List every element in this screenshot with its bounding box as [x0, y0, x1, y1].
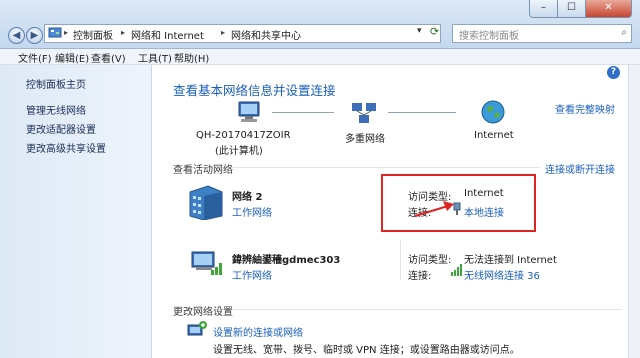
map-connector-line	[388, 112, 456, 113]
network-name: 网络 2	[232, 192, 263, 203]
network-building-icon	[186, 182, 226, 223]
network-type-link[interactable]: 工作网络	[232, 204, 272, 219]
network-name: 鍏辨紬鍙穡gdmec303	[232, 255, 341, 266]
signal-bars-icon	[450, 264, 462, 279]
page-title: 查看基本网络信息并设置连接	[173, 83, 336, 98]
multiple-networks-label: 多重网络	[345, 134, 385, 145]
address-dropdown-icon[interactable]: ▾	[417, 26, 422, 36]
search-input[interactable]: 搜索控制面板 ⌕	[452, 24, 632, 43]
new-connection-link[interactable]: 设置新的连接或网络	[213, 324, 303, 339]
connect-disconnect-link[interactable]: 连接或断开连接	[545, 161, 615, 176]
sidebar-item-adapter[interactable]: 更改适配器设置	[26, 121, 96, 136]
breadcrumb-separator-icon: ▸	[221, 28, 226, 37]
wireless-network-icon	[190, 246, 226, 281]
menu-file[interactable]: 文件(F)	[18, 50, 52, 65]
network-type-link[interactable]: 工作网络	[232, 267, 272, 282]
scrollbar[interactable]	[628, 65, 640, 358]
map-connector-line	[272, 112, 334, 113]
breadcrumb-item[interactable]: 网络和共享中心	[231, 27, 301, 42]
access-type-value: 无法连接到 Internet	[464, 255, 557, 266]
forward-button[interactable]: ▶	[26, 27, 43, 44]
settings-description: 设置无线、宽带、拨号、临时或 VPN 连接；或设置路由器或访问点。	[213, 345, 520, 356]
address-bar[interactable]: ▸ 控制面板 ▸ 网络和 Internet ▸ 网络和共享中心 ▾ ⟳	[44, 24, 441, 43]
search-placeholder: 搜索控制面板	[459, 31, 519, 42]
menu-edit[interactable]: 编辑(E)	[55, 50, 89, 65]
control-panel-icon	[48, 26, 62, 42]
computer-name: QH-20170417ZOIR	[196, 130, 291, 141]
breadcrumb-separator-icon: ▸	[64, 28, 69, 37]
maximize-button[interactable]: ☐	[557, 0, 586, 18]
connection-label: 连接:	[408, 271, 432, 282]
internet-globe-icon	[480, 99, 506, 128]
computer-subtitle: (此计算机)	[215, 146, 263, 157]
sidebar-item-home[interactable]: 控制面板主页	[26, 76, 86, 91]
back-button[interactable]: ◀	[8, 27, 25, 44]
section-divider	[232, 309, 622, 310]
active-networks-header: 查看活动网络	[173, 165, 233, 176]
computer-icon	[236, 100, 262, 127]
menu-help[interactable]: 帮助(H)	[174, 50, 209, 65]
red-arrow-icon	[414, 201, 454, 218]
sidebar: 控制面板主页 管理无线网络 更改适配器设置 更改高级共享设置	[0, 65, 152, 358]
sidebar-item-sharing[interactable]: 更改高级共享设置	[26, 140, 106, 155]
highlight-box	[381, 174, 536, 232]
settings-header: 更改网络设置	[173, 307, 233, 318]
new-connection-icon	[186, 320, 208, 343]
breadcrumb-item[interactable]: 控制面板	[73, 27, 113, 42]
help-icon[interactable]: ?	[607, 66, 620, 79]
section-divider	[232, 167, 540, 168]
refresh-icon[interactable]: ⟳	[430, 25, 439, 38]
multiple-networks-icon	[351, 100, 377, 129]
menu-bar: 文件(F) 编辑(E) 查看(V) 工具(T) 帮助(H)	[0, 49, 640, 65]
sidebar-item-wireless[interactable]: 管理无线网络	[26, 102, 86, 117]
menu-view[interactable]: 查看(V)	[91, 50, 126, 65]
access-type-label: 访问类型:	[408, 255, 452, 266]
close-button[interactable]: ✕	[585, 0, 632, 18]
minimize-button[interactable]: –	[529, 0, 558, 18]
internet-label: Internet	[474, 130, 514, 141]
breadcrumb-separator-icon: ▸	[121, 28, 126, 37]
vertical-divider	[400, 240, 401, 280]
connection-link[interactable]: 无线网络连接 36	[464, 267, 540, 282]
full-map-link[interactable]: 查看完整映射	[555, 101, 615, 116]
search-icon[interactable]: ⌕	[621, 27, 627, 38]
menu-tools[interactable]: 工具(T)	[138, 50, 172, 65]
breadcrumb-item[interactable]: 网络和 Internet	[131, 27, 204, 42]
